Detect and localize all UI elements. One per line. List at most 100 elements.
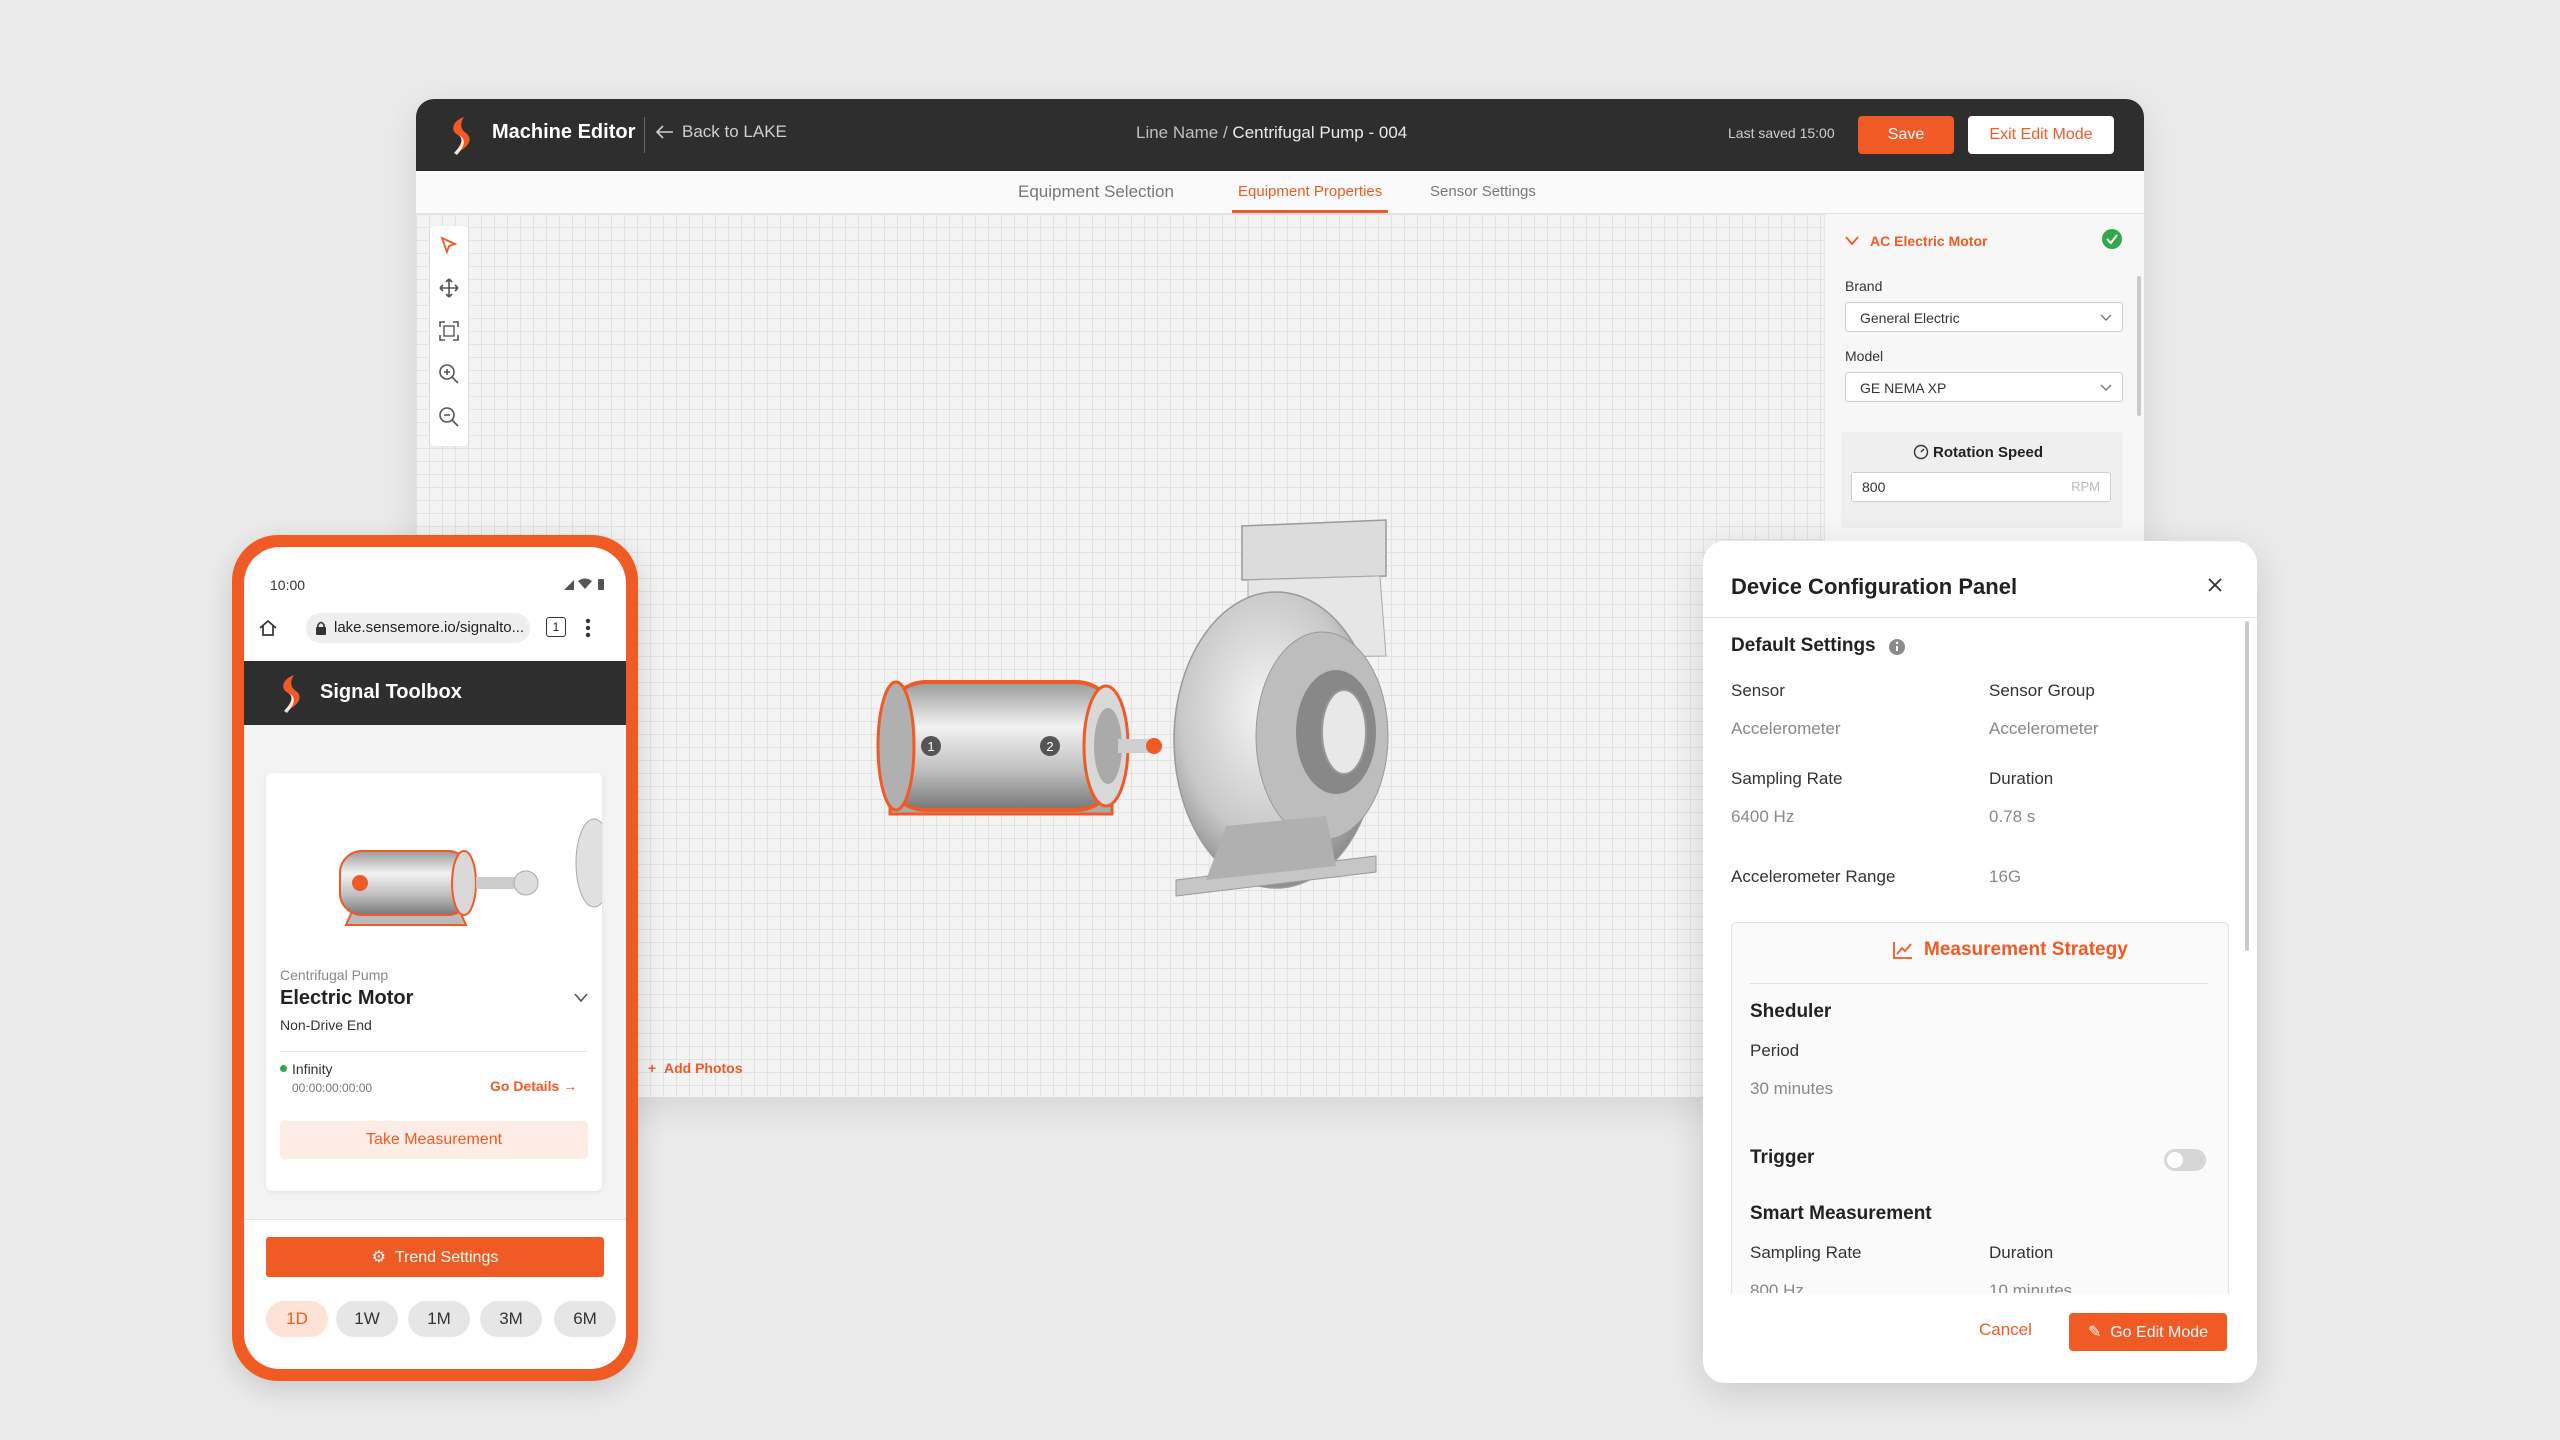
marker-1-pin[interactable]: 1 <box>921 736 941 756</box>
rotation-speed-value: 800 <box>1862 479 1886 495</box>
url-text: lake.sensemore.io/signalto... <box>334 619 525 636</box>
machine-subtitle: Centrifugal Pump <box>280 967 389 983</box>
centrifugal-pump[interactable] <box>1173 519 1389 897</box>
breadcrumb-line[interactable]: Line Name <box>1136 123 1218 142</box>
smart-duration-label: Duration <box>1989 1243 2054 1262</box>
rotation-speed-label: Rotation Speed <box>1933 444 2044 461</box>
duration-label: Duration <box>1989 769 2054 788</box>
device-configuration-panel: Device Configuration Panel Default Setti… <box>1703 541 2257 1383</box>
model-value: GE NEMA XP <box>1860 380 1947 396</box>
breadcrumb: Line Name / Centrifugal Pump - 004 <box>1136 123 1407 143</box>
brand-value: General Electric <box>1860 310 1960 326</box>
last-saved-text: Last saved 15:00 <box>1728 125 1835 141</box>
period-value: 30 minutes <box>1750 1079 1834 1098</box>
chevron-down-icon <box>2100 314 2112 321</box>
home-icon[interactable] <box>258 618 278 638</box>
plus-icon: + <box>648 1060 664 1076</box>
arrow-left-icon <box>656 125 673 139</box>
zoom-out-icon[interactable] <box>437 405 461 429</box>
zoom-in-icon[interactable] <box>437 362 461 386</box>
fit-frame-icon[interactable] <box>437 319 461 343</box>
editor-topbar: Machine Editor Back to LAKE Line Name / … <box>416 99 2144 171</box>
breadcrumb-separator: / <box>1222 123 1228 142</box>
machine-name: Electric Motor <box>280 987 414 1009</box>
range-3m-button[interactable]: 3M <box>480 1301 542 1337</box>
gauge-icon <box>1913 444 1929 460</box>
take-measurement-button[interactable]: Take Measurement <box>280 1121 588 1159</box>
signal-wifi-battery-icon <box>564 578 604 590</box>
mobile-device: 10:00 lake.sensemore.io/signalto... 1 Si… <box>232 535 638 1381</box>
card-divider <box>280 1051 588 1052</box>
trigger-label: Trigger <box>1750 1147 1815 1168</box>
arrow-right-icon: → <box>563 1078 578 1094</box>
signal-toolbox-header: Signal Toolbox <box>244 661 626 725</box>
go-details-link[interactable]: Go Details → <box>490 1078 577 1094</box>
toggle-knob <box>2167 1152 2183 1168</box>
app-title: Machine Editor <box>492 121 636 143</box>
tab-equipment-selection[interactable]: Equipment Selection <box>1018 171 1174 213</box>
url-bar[interactable]: lake.sensemore.io/signalto... <box>306 613 530 643</box>
chart-line-icon <box>1893 942 1912 959</box>
trend-settings-button[interactable]: ⚙ Trend Settings <box>266 1237 604 1277</box>
scheduler-title: Sheduler <box>1750 1001 1832 1022</box>
go-edit-mode-button[interactable]: ✎ Go Edit Mode <box>2069 1313 2227 1351</box>
breadcrumb-machine: Centrifugal Pump - 004 <box>1232 123 1408 142</box>
machine-card[interactable]: Centrifugal Pump Electric Motor Non-Driv… <box>266 773 602 1191</box>
measurement-position: Non-Drive End <box>280 1017 372 1033</box>
marker-2-label: 2 <box>1046 739 1053 754</box>
range-6m-button[interactable]: 6M <box>554 1301 616 1337</box>
range-1m-button[interactable]: 1M <box>408 1301 470 1337</box>
trigger-toggle[interactable] <box>2164 1149 2206 1171</box>
smart-sampling-label: Sampling Rate <box>1750 1243 1862 1262</box>
sampling-rate-value: 6400 Hz <box>1731 807 1795 826</box>
cancel-button[interactable]: Cancel <box>1973 1319 2038 1341</box>
section-title-ac-motor[interactable]: AC Electric Motor <box>1870 233 1987 249</box>
brand-select[interactable]: General Electric <box>1845 302 2123 332</box>
mobile-app-title: Signal Toolbox <box>320 681 462 703</box>
marker-1-label: 1 <box>927 739 934 754</box>
go-edit-mode-label: Go Edit Mode <box>2110 1324 2209 1341</box>
strategy-divider <box>1750 983 2208 984</box>
motor-thumbnail-image <box>339 818 602 926</box>
select-arrow-icon[interactable] <box>437 234 461 258</box>
sampling-rate-label: Sampling Rate <box>1731 769 1843 788</box>
properties-scrollbar[interactable] <box>2137 276 2141 416</box>
save-button[interactable]: Save <box>1858 116 1954 154</box>
rotation-speed-card: Rotation Speed 800 RPM <box>1841 432 2123 528</box>
measurement-strategy-header: Measurement Strategy <box>1892 939 2128 961</box>
accelerometer-range-label: Accelerometer Range <box>1731 867 1896 886</box>
lock-icon <box>316 621 326 635</box>
close-icon[interactable] <box>2207 577 2223 593</box>
sensemore-logo-icon <box>283 675 300 713</box>
electric-motor[interactable] <box>876 680 1162 816</box>
period-label: Period <box>1750 1041 1800 1060</box>
model-select[interactable]: GE NEMA XP <box>1845 372 2123 402</box>
rotation-speed-input[interactable]: 800 RPM <box>1851 472 2111 502</box>
panel-scrollbar[interactable] <box>2245 621 2249 951</box>
topbar-divider <box>644 117 645 153</box>
chevron-down-icon[interactable] <box>574 993 588 1003</box>
range-1w-button[interactable]: 1W <box>336 1301 398 1337</box>
range-1d-button[interactable]: 1D <box>266 1301 328 1337</box>
chevron-down-icon[interactable] <box>1845 236 1859 246</box>
marker-2-pin[interactable]: 2 <box>1040 736 1060 756</box>
pencil-icon: ✎ <box>2087 1324 2111 1341</box>
brand-label: Brand <box>1845 278 1883 294</box>
info-icon[interactable] <box>1888 638 1906 656</box>
exit-edit-mode-button[interactable]: Exit Edit Mode <box>1968 116 2114 154</box>
tab-sensor-settings[interactable]: Sensor Settings <box>1430 171 1536 213</box>
header-divider <box>1703 617 2257 618</box>
smart-measurement-title: Smart Measurement <box>1750 1203 1932 1224</box>
tab-count: 1 <box>552 620 560 634</box>
back-to-lake-link[interactable]: Back to LAKE <box>656 122 787 142</box>
status-timestamp: 00:00:00:00:00 <box>292 1081 373 1095</box>
tab-switcher-button[interactable]: 1 <box>546 617 566 637</box>
accelerometer-range-value: 16G <box>1989 867 2022 886</box>
mobile-body: Centrifugal Pump Electric Motor Non-Driv… <box>244 725 626 1369</box>
duration-value: 0.78 s <box>1989 807 2036 826</box>
tab-equipment-properties[interactable]: Equipment Properties <box>1232 171 1389 213</box>
more-vertical-icon[interactable] <box>584 617 592 639</box>
move-icon[interactable] <box>437 276 461 300</box>
add-photos-button[interactable]: + Add Photos <box>648 1060 743 1076</box>
check-circle-icon <box>2102 229 2122 249</box>
